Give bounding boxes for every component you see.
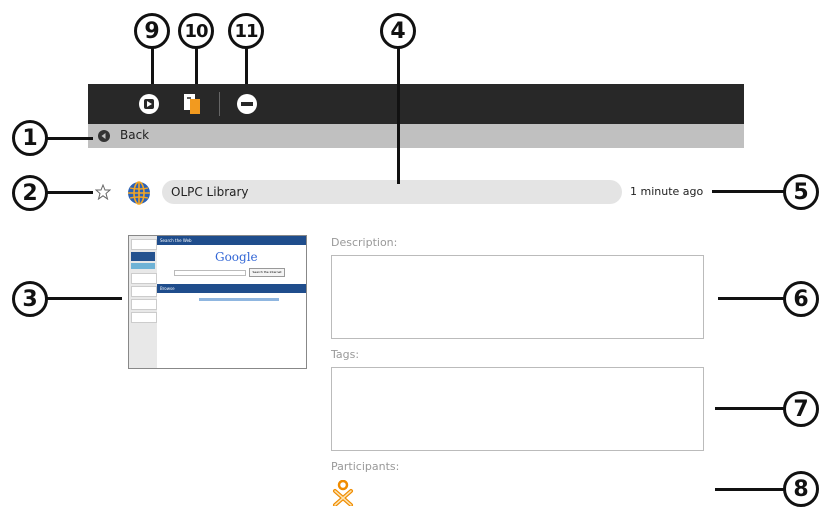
leader-line [712,190,787,193]
preview-logo: Google [215,250,258,264]
preview-search-button: Search the Internet [249,268,285,277]
callout-4: 4 [380,13,416,49]
preview-sidebar-item [131,263,155,269]
description-label: Description: [331,236,398,249]
back-label: Back [120,128,150,142]
resume-button[interactable] [137,92,161,116]
callout-3: 3 [12,281,48,317]
preview-search-header: Search the Web [157,236,306,245]
preview-search-field [174,270,246,276]
callout-11: 11 [228,13,264,49]
preview-sidebar-item [131,299,157,310]
favorite-star[interactable] [94,183,112,204]
back-bar[interactable]: Back [88,124,744,148]
xo-buddy-icon [333,479,353,507]
description-field[interactable] [331,255,704,339]
callout-10: 10 [178,13,214,49]
tags-label: Tags: [331,348,360,361]
leader-line [195,48,198,84]
preview-browse-links [199,298,279,301]
preview-thumbnail: Search the Web Google Search the Interne… [128,235,307,369]
leader-line [47,137,93,140]
participants-label: Participants: [331,460,400,473]
resume-icon [139,94,159,114]
erase-icon [237,94,257,114]
toolbar-separator [219,92,220,116]
tags-field[interactable] [331,367,704,451]
erase-button[interactable] [235,92,259,116]
callout-5: 5 [783,174,819,210]
callout-7: 7 [783,391,819,427]
copy-to-icon [184,94,200,114]
leader-line [151,48,154,84]
preview-sidebar-item [131,273,157,284]
copy-to-button[interactable] [180,92,204,116]
globe-icon [128,181,150,205]
callout-8: 8 [783,471,819,507]
leader-line [245,48,248,84]
preview-sidebar-item [131,312,157,323]
back-arrow-icon [98,130,110,142]
timestamp: 1 minute ago [630,185,704,198]
leader-line [715,488,787,491]
preview-sidebar-item [131,286,157,297]
callout-6: 6 [783,281,819,317]
title-text: OLPC Library [171,185,249,199]
leader-line [397,48,400,184]
leader-line [47,191,93,194]
preview-sidebar-item [131,239,157,250]
callout-2: 2 [12,175,48,211]
toolbar [88,84,744,124]
activity-icon [127,181,151,209]
leader-line [715,407,787,410]
preview-browse-header: Browse [157,284,306,293]
preview-sidebar-item [131,252,155,261]
leader-line [718,297,787,300]
title-input[interactable]: OLPC Library [162,180,622,204]
callout-9: 9 [134,13,170,49]
leader-line [47,297,122,300]
star-icon [94,183,112,201]
callout-1: 1 [12,120,48,156]
preview-sidebar [129,236,157,368]
